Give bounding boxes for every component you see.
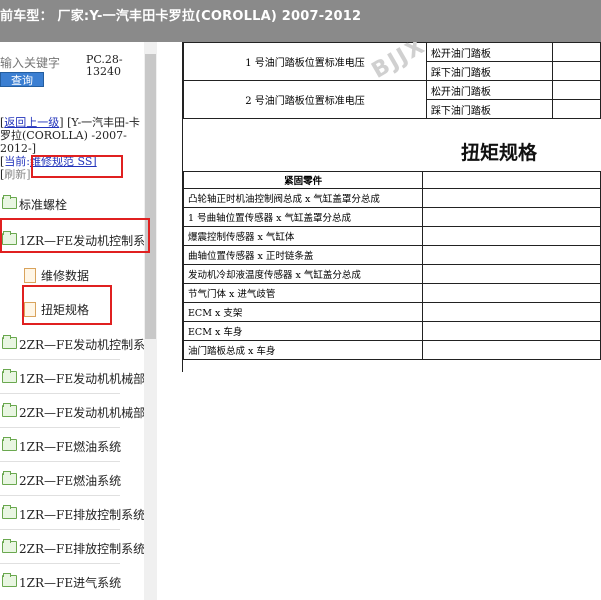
tree-item-label: 1ZR—FE排放控制系统 (19, 508, 146, 522)
page-icon (24, 268, 36, 283)
current-prefix: 当前: (4, 155, 31, 168)
scrollbar-thumb[interactable] (145, 54, 156, 339)
title-bar: 前车型： 厂家:Y-一汽丰田卡罗拉(COROLLA) 2007-2012 (0, 0, 601, 42)
search-input[interactable] (0, 54, 84, 72)
document-view: 1 号油门踏板位置标准电压 松开油门踏板 踩下油门踏板 2 号油门踏板位置标准电… (158, 42, 601, 600)
table-row: 发动机冷却液温度传感器 x 气缸盖分总成 (182, 264, 424, 284)
voltage-condition: 松开油门踏板 (425, 80, 554, 100)
tree-item-2zr-fuel-system[interactable]: 2ZR—FE燃油系统 (0, 466, 146, 494)
folder-icon (2, 335, 17, 349)
tree-item-label: 1ZR—FE燃油系统 (19, 440, 122, 454)
section-title-text: 扭矩规格 (460, 142, 537, 164)
tree-item-2zr-emission-control[interactable]: 2ZR—FE排放控制系统 (0, 534, 146, 562)
table-row: 凸轮轴正时机油控制阀总成 x 气缸盖罩分总成 (182, 188, 424, 208)
folder-icon (2, 471, 17, 485)
voltage-condition: 松开油门踏板 (425, 42, 554, 62)
tree-item-label: 2ZR—FE排放控制系统 (19, 542, 146, 556)
voltage-condition: 踩下油门踏板 (425, 61, 554, 81)
tree-item-2zr-engine-control[interactable]: 2ZR—FE发动机控制系统 (0, 330, 146, 358)
table-row: 节气门体 x 进气歧管 (182, 283, 424, 303)
torque-table-header: 紧固零件 (182, 171, 424, 189)
voltage-item: 2 号油门踏板位置标准电压 (183, 80, 427, 119)
back-link[interactable]: 返回上一级 (4, 116, 59, 129)
table-row: ECM x 车身 (182, 321, 424, 341)
window-title: 前车型： 厂家:Y-一汽丰田卡罗拉(COROLLA) 2007-2012 (0, 9, 362, 24)
section-title: 扭矩规格 (183, 138, 601, 165)
tree-item-label: 1ZR—FE进气系统 (19, 576, 122, 590)
tree-item-label: 2ZR—FE燃油系统 (19, 474, 122, 488)
refresh-link[interactable]: 刷新] (4, 168, 30, 181)
tree-item-label: 维修数据 (41, 269, 90, 283)
tree-item-2zr-engine-mechanical[interactable]: 2ZR—FE发动机机械部分 (0, 398, 146, 426)
voltage-condition: 踩下油门踏板 (425, 99, 554, 119)
tree-item-1zr-fuel-system[interactable]: 1ZR—FE燃油系统 (0, 432, 146, 460)
tree-item-label: 2ZR—FE发动机控制系统 (19, 338, 146, 352)
table-row: 曲轴位置传感器 x 正时链条盖 (182, 245, 424, 265)
folder-icon (2, 573, 17, 587)
tree-item-1zr-intake-system[interactable]: 1ZR—FE进气系统 (0, 568, 146, 596)
tree-item-label: 标准螺栓 (19, 198, 68, 212)
pc-code: PC.28-13240 (86, 53, 123, 78)
highlight-box-current (31, 155, 123, 178)
search-button[interactable]: 查询 (0, 72, 44, 87)
folder-icon (2, 505, 17, 519)
folder-icon (2, 539, 17, 553)
left-panel-scrollbar[interactable] (144, 42, 157, 600)
table-row: 1 号曲轴位置传感器 x 气缸盖罩分总成 (182, 207, 424, 227)
tree-item-label: 1ZR—FE发动机机械部分 (19, 372, 146, 386)
folder-icon (2, 195, 17, 209)
highlight-box-engine-control (0, 218, 150, 253)
table-row: 爆震控制传感器 x 气缸体 (182, 226, 424, 246)
folder-icon (2, 403, 17, 417)
table-row: ECM x 支架 (182, 302, 424, 322)
tree-item-standard-bolts[interactable]: 标准螺栓 (0, 190, 146, 218)
tree-item-label: 2ZR—FE发动机机械部分 (19, 406, 146, 420)
torque-table: 紧固零件 凸轮轴正时机油控制阀总成 x 气缸盖罩分总成 1 号曲轴位置传感器 x… (182, 171, 601, 360)
table-row: 油门踏板总成 x 车身 (182, 340, 424, 360)
tree-item-1zr-engine-mechanical[interactable]: 1ZR—FE发动机机械部分 (0, 364, 146, 392)
tree-item-1zr-emission-control[interactable]: 1ZR—FE排放控制系统 (0, 500, 146, 528)
folder-icon (2, 369, 17, 383)
folder-icon (2, 437, 17, 451)
highlight-box-torque-specs (22, 285, 112, 325)
